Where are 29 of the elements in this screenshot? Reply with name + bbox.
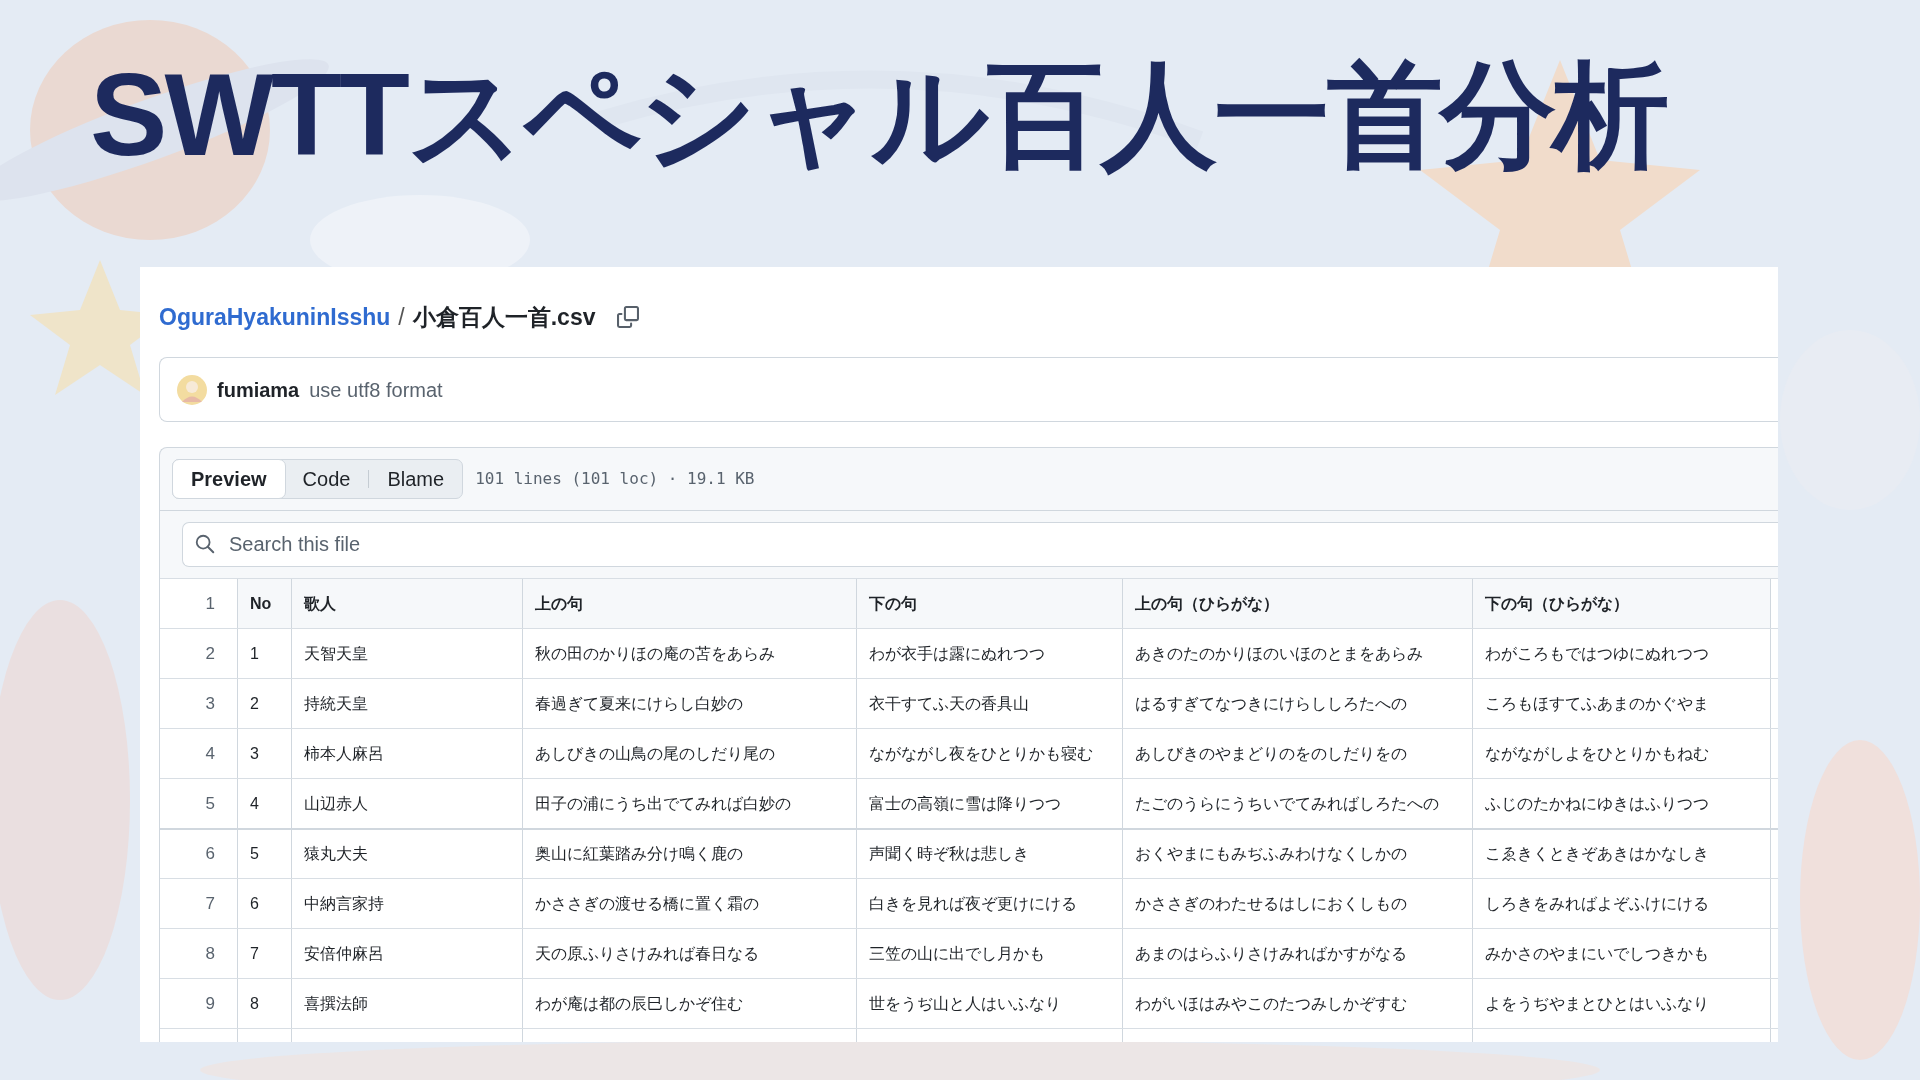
column-header: 下の句（ひらがな） — [1473, 579, 1771, 628]
commit-author[interactable]: fumiama — [217, 374, 300, 405]
line-number: 7 — [205, 892, 215, 915]
column-header: 下の句 — [857, 579, 1123, 628]
line-number: 1 — [205, 592, 215, 615]
column-header: No — [238, 579, 292, 628]
view-tab[interactable]: Preview — [172, 459, 286, 499]
column-header: 上の句（ひらがな） — [1123, 579, 1473, 628]
line-number: 4 — [205, 742, 215, 765]
column-header: 上の句 — [523, 579, 857, 628]
search-icon — [194, 533, 216, 555]
file-name: 小倉百人一首.csv — [412, 302, 596, 332]
line-number: 2 — [205, 642, 215, 665]
line-number: 9 — [205, 992, 215, 1015]
avatar — [177, 374, 207, 405]
commit-message[interactable]: use utf8 format — [309, 374, 443, 405]
repository-link[interactable]: OguraHyakuninIsshu — [159, 299, 391, 335]
column-header: 歌人 — [292, 579, 523, 628]
view-tab[interactable]: Blame — [369, 460, 463, 498]
line-number: 3 — [205, 692, 215, 715]
slide-title: SWTTスペシャル百人一首分析 — [90, 52, 1667, 180]
line-number: 5 — [205, 792, 215, 815]
copy-icon[interactable] — [617, 306, 640, 328]
path-separator: / — [398, 302, 405, 332]
file-info: 101 lines (101 loc) · 19.1 KB — [475, 468, 755, 490]
line-number: 6 — [205, 843, 215, 866]
line-number: 8 — [205, 942, 215, 965]
view-tab[interactable]: Code — [284, 460, 369, 498]
search-field[interactable]: Search this file — [182, 522, 1778, 567]
